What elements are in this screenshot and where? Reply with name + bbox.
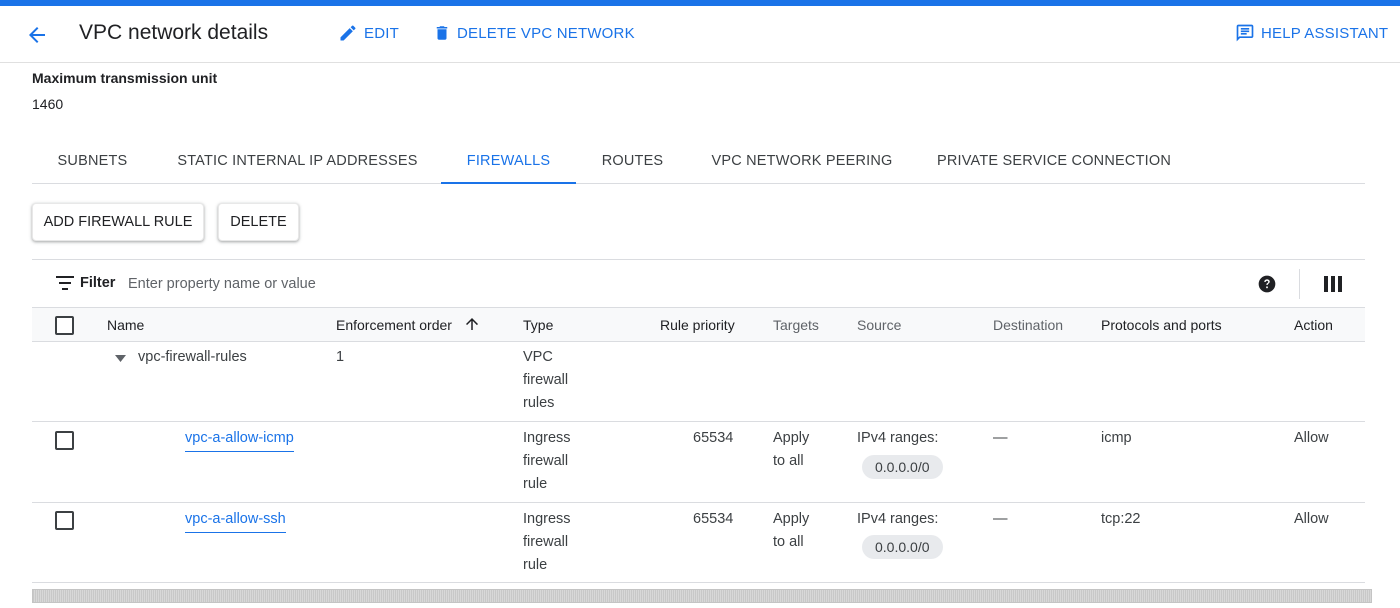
row-checkbox[interactable] (55, 511, 74, 530)
tab-bar: SUBNETS STATIC INTERNAL IP ADDRESSES FIR… (32, 140, 1365, 184)
rule-type-line: Ingress (523, 430, 571, 446)
select-all-checkbox[interactable] (55, 316, 74, 335)
mtu-label: Maximum transmission unit (32, 70, 218, 86)
back-button[interactable] (22, 20, 52, 50)
tab-static-internal-ip-addresses[interactable]: STATIC INTERNAL IP ADDRESSES (168, 140, 427, 184)
rule-destination: — (993, 430, 1008, 446)
group-type-line: rules (523, 395, 555, 411)
toolbar-divider (1299, 269, 1300, 299)
rule-targets-line: Apply (773, 430, 810, 446)
column-enforcement-order[interactable]: Enforcement order (336, 317, 452, 333)
filter-bar: Filter (32, 259, 1365, 308)
filter-input[interactable] (128, 270, 1228, 298)
rule-targets: Apply to all (773, 427, 809, 473)
column-protocols-and-ports[interactable]: Protocols and ports (1101, 317, 1222, 333)
help-icon[interactable] (1257, 274, 1277, 294)
rule-protocols: icmp (1101, 430, 1132, 446)
help-assistant-label: HELP ASSISTANT (1261, 24, 1389, 42)
column-type[interactable]: Type (523, 317, 553, 333)
column-targets: Targets (773, 317, 819, 333)
table-row: vpc-a-allow-icmp Ingress firewall rule 6… (32, 422, 1365, 503)
group-type-line: firewall (523, 372, 569, 388)
rule-targets-line: Apply (773, 511, 810, 527)
page-header: VPC network details EDIT DELETE VPC NETW… (0, 6, 1400, 63)
filter-label: Filter (80, 275, 116, 291)
table-header: Name Enforcement order Type Rule priorit… (32, 308, 1365, 342)
column-rule-priority[interactable]: Rule priority (660, 317, 735, 333)
filter-icon (56, 276, 74, 290)
rule-source-label: IPv4 ranges: (857, 430, 939, 446)
tab-routes[interactable]: ROUTES (590, 140, 675, 184)
rule-type-line: rule (523, 476, 548, 492)
mtu-value: 1460 (32, 96, 64, 112)
column-action[interactable]: Action (1294, 317, 1333, 333)
add-firewall-rule-button[interactable]: ADD FIREWALL RULE (32, 203, 204, 241)
column-destination: Destination (993, 317, 1064, 333)
tab-subnets[interactable]: SUBNETS (46, 140, 139, 184)
group-name: vpc-firewall-rules (138, 349, 247, 365)
edit-label: EDIT (364, 24, 399, 42)
group-type: VPC firewall rules (523, 346, 568, 415)
rule-destination: — (993, 511, 1008, 527)
tab-private-service-connection[interactable]: PRIVATE SERVICE CONNECTION (928, 140, 1180, 184)
sort-ascending-icon[interactable] (463, 315, 481, 333)
rule-name-link[interactable]: vpc-a-allow-ssh (185, 508, 286, 533)
column-name[interactable]: Name (107, 317, 144, 333)
rule-source-label: IPv4 ranges: (857, 511, 939, 527)
rule-priority: 65534 (693, 430, 734, 446)
column-source: Source (857, 317, 902, 333)
rule-name-link[interactable]: vpc-a-allow-icmp (185, 427, 294, 452)
row-checkbox[interactable] (55, 431, 74, 450)
chat-help-icon (1236, 24, 1254, 42)
rule-action: Allow (1294, 511, 1329, 527)
group-enforcement-order: 1 (336, 349, 345, 365)
delete-vpc-network-label: DELETE VPC NETWORK (457, 24, 635, 42)
horizontal-scrollbar[interactable] (32, 589, 1372, 603)
rule-type-line: firewall (523, 534, 569, 550)
rule-targets-line: to all (773, 534, 804, 550)
rule-targets-line: to all (773, 453, 804, 469)
table-group-row: vpc-firewall-rules 1 VPC firewall rules (32, 342, 1365, 422)
delete-vpc-network-button[interactable]: DELETE VPC NETWORK (433, 23, 635, 43)
page-title: VPC network details (79, 21, 269, 44)
arrow-back-icon (29, 27, 45, 43)
trash-icon (436, 26, 448, 40)
help-assistant-button[interactable]: HELP ASSISTANT (1235, 23, 1388, 43)
source-range-chip: 0.0.0.0/0 (862, 455, 943, 479)
rule-type-line: firewall (523, 453, 569, 469)
edit-button[interactable]: EDIT (338, 23, 399, 43)
rule-type-line: Ingress (523, 511, 571, 527)
rule-targets: Apply to all (773, 508, 809, 554)
caret-down-icon[interactable] (114, 353, 127, 363)
rule-protocols: tcp:22 (1101, 511, 1141, 527)
table-row: vpc-a-allow-ssh Ingress firewall rule 65… (32, 503, 1365, 583)
rule-action: Allow (1294, 430, 1329, 446)
group-type-line: VPC (523, 349, 553, 365)
tab-vpc-network-peering[interactable]: VPC NETWORK PEERING (704, 140, 900, 184)
rule-type: Ingress firewall rule (523, 508, 571, 577)
pencil-icon (340, 25, 356, 41)
column-display-icon[interactable] (1324, 276, 1342, 292)
rule-type-line: rule (523, 557, 548, 573)
rule-type: Ingress firewall rule (523, 427, 571, 496)
rule-priority: 65534 (693, 511, 734, 527)
delete-button[interactable]: DELETE (218, 203, 299, 241)
source-range-chip: 0.0.0.0/0 (862, 535, 943, 559)
tab-firewalls[interactable]: FIREWALLS (441, 140, 576, 184)
